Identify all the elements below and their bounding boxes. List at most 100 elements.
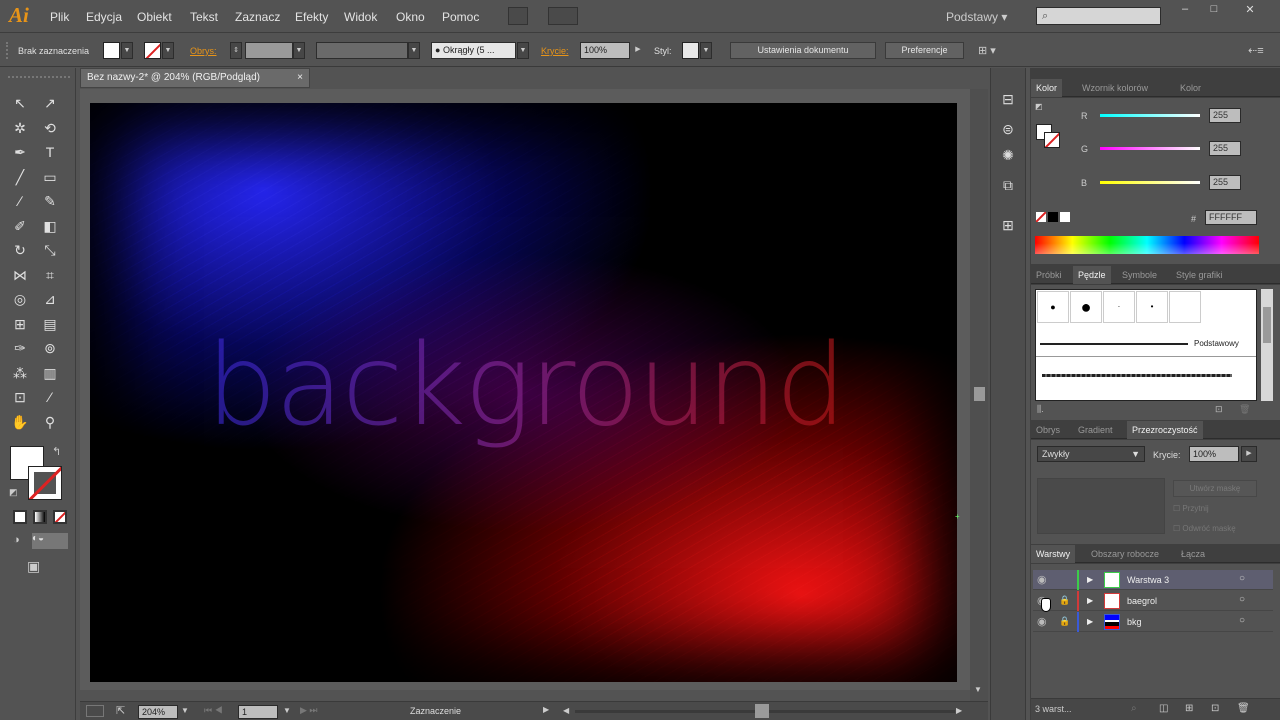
align-panel-icon[interactable]: ⊟: [992, 86, 1024, 112]
transparency-opacity-field[interactable]: 100%: [1189, 446, 1239, 462]
last-artboard-icon[interactable]: ▶ ⏭: [300, 705, 318, 716]
artboard-field[interactable]: 1: [238, 705, 278, 719]
close-tab-icon[interactable]: ×: [297, 69, 303, 87]
opacity-field[interactable]: 100%: [580, 42, 630, 59]
new-sublayer-icon[interactable]: ⊞: [1185, 703, 1193, 714]
lasso-tool-icon[interactable]: ⟲: [38, 117, 62, 139]
style-dropdown[interactable]: ▼: [700, 42, 712, 59]
clip-checkbox[interactable]: ☐ Przytnij: [1173, 504, 1209, 513]
color-mode-small-icon[interactable]: ◩: [1035, 102, 1043, 111]
delete-layer-icon[interactable]: 🗑: [1237, 703, 1250, 714]
menu-item-select[interactable]: Zaznacz: [235, 10, 280, 24]
hand-tool-icon[interactable]: ✋: [8, 411, 32, 433]
direct-selection-tool-icon[interactable]: ↗: [38, 92, 62, 114]
paintbrush-tool-icon[interactable]: ∕: [8, 190, 32, 212]
layer-name[interactable]: Warstwa 3: [1127, 575, 1169, 585]
brush-small-dot-icon[interactable]: ●: [1037, 291, 1069, 323]
artboard-dropdown[interactable]: ▼: [283, 706, 291, 715]
slice-tool-icon[interactable]: ⁄: [38, 386, 62, 408]
tab-swatches[interactable]: Próbki: [1031, 266, 1067, 284]
width-tool-icon[interactable]: ⋈: [8, 264, 32, 286]
transform-panel-icon[interactable]: ⊞: [992, 212, 1024, 238]
menu-item-help[interactable]: Pomoc: [442, 10, 479, 24]
scroll-right-icon[interactable]: ▶: [956, 706, 962, 715]
blend-tool-icon[interactable]: ⊚: [38, 337, 62, 359]
transparency-opacity-arrow[interactable]: ▶: [1241, 446, 1257, 462]
workspace-switcher[interactable]: Podstawy ▾: [946, 10, 1007, 24]
perspective-grid-tool-icon[interactable]: ⊿: [38, 288, 62, 310]
delete-brush-icon[interactable]: 🗑: [1239, 404, 1250, 415]
stroke-weight-dropdown[interactable]: ▼: [293, 42, 305, 59]
layer-name[interactable]: baegrol: [1127, 596, 1157, 606]
menu-item-view[interactable]: Widok: [344, 10, 377, 24]
target-circle-icon[interactable]: ○: [1239, 615, 1245, 626]
tab-symbols[interactable]: Symbole: [1117, 266, 1162, 284]
draw-normal-icon[interactable]: ◑: [13, 534, 29, 548]
mesh-tool-icon[interactable]: ⊞: [8, 313, 32, 335]
scroll-down-icon[interactable]: ▼: [974, 685, 982, 694]
stroke-weight-stepper[interactable]: ⇕: [230, 42, 242, 59]
channel-r-value[interactable]: 255: [1209, 108, 1241, 123]
arrange-documents-button[interactable]: [548, 7, 578, 25]
artboard-nav-icon[interactable]: [86, 705, 104, 717]
expand-arrow-icon[interactable]: ▶: [1087, 575, 1093, 584]
brush-dropdown[interactable]: ▼: [517, 42, 529, 59]
tab-transparency[interactable]: Przezroczystość: [1127, 421, 1203, 439]
scroll-left-icon[interactable]: ◀: [563, 706, 569, 715]
first-artboard-icon[interactable]: ⏮ ◀: [204, 705, 223, 716]
color-spectrum[interactable]: [1035, 236, 1259, 254]
channel-g-value[interactable]: 255: [1209, 141, 1241, 156]
share-icon[interactable]: ⇱: [116, 704, 125, 717]
brush-charcoal-stroke[interactable]: [1042, 374, 1232, 377]
none-mode-icon[interactable]: [53, 510, 67, 524]
status-menu-arrow[interactable]: ▶: [543, 705, 549, 714]
stroke-label[interactable]: Obrys:: [190, 46, 217, 56]
draw-inside-icon[interactable]: ◐◒: [32, 533, 68, 549]
grip-handle[interactable]: [6, 42, 9, 59]
blend-mode-dropdown[interactable]: Zwykły ▼: [1037, 446, 1145, 462]
pencil-tool-icon[interactable]: ✎: [38, 190, 62, 212]
preferences-button[interactable]: Preferencje: [885, 42, 964, 59]
zoom-tool-icon[interactable]: ⚲: [38, 411, 62, 433]
menu-item-object[interactable]: Obiekt: [137, 10, 172, 24]
pathfinder-panel-icon[interactable]: ⧉: [992, 172, 1024, 198]
menu-item-effect[interactable]: Efekty: [295, 10, 328, 24]
new-layer-icon[interactable]: ⊡: [1211, 703, 1219, 714]
stroke-dropdown[interactable]: ▼: [162, 42, 174, 59]
zoom-dropdown[interactable]: ▼: [181, 706, 189, 715]
channel-r-slider[interactable]: [1100, 114, 1200, 117]
blob-brush-tool-icon[interactable]: ✐: [8, 215, 32, 237]
rectangle-tool-icon[interactable]: ▭: [38, 166, 62, 188]
menu-item-edit[interactable]: Edycja: [86, 10, 122, 24]
brush-large-dot-icon[interactable]: ●: [1070, 291, 1102, 323]
tools-grip[interactable]: [8, 76, 70, 84]
locate-object-icon[interactable]: ⌕: [1131, 703, 1137, 714]
variable-width-dropdown[interactable]: ▼: [408, 42, 420, 59]
layer-row[interactable]: ◉ 🔒 ▶ bkg ○: [1033, 612, 1273, 632]
document-tab[interactable]: Bez nazwy-2* @ 204% (RGB/Podgląd) ×: [80, 68, 310, 88]
panel-menu-icon[interactable]: ⇠≡: [1248, 44, 1264, 57]
brush-scrollbar[interactable]: [1261, 289, 1273, 401]
variable-width-field[interactable]: [316, 42, 408, 59]
visibility-eye-icon[interactable]: ◉: [1037, 573, 1047, 586]
document-settings-button[interactable]: Ustawienia dokumentu: [730, 42, 876, 59]
stroke-indicator[interactable]: [1044, 132, 1060, 148]
make-mask-button[interactable]: Utwórz maskę: [1173, 480, 1257, 497]
expand-arrow-icon[interactable]: ▶: [1087, 617, 1093, 626]
scale-tool-icon[interactable]: ⤡: [38, 239, 62, 261]
artboard-tool-icon[interactable]: ⊡: [8, 386, 32, 408]
maximize-button[interactable]: □: [1202, 3, 1226, 17]
tab-color-2[interactable]: Kolor: [1175, 79, 1206, 97]
tab-color-guide[interactable]: Wzornik kolorów: [1077, 79, 1153, 97]
hex-field[interactable]: FFFFFF: [1205, 210, 1257, 225]
menu-item-file[interactable]: Plik: [50, 10, 69, 24]
line-tool-icon[interactable]: ╱: [8, 166, 32, 188]
stroke-weight-field[interactable]: [245, 42, 293, 59]
none-swatch[interactable]: [1036, 212, 1046, 222]
brush-empty-slot-icon[interactable]: [1169, 291, 1201, 323]
channel-b-slider[interactable]: [1100, 181, 1200, 184]
target-circle-icon[interactable]: ○: [1239, 594, 1245, 605]
lock-icon[interactable]: 🔒: [1059, 595, 1070, 606]
arrange-icon[interactable]: ⊞ ▾: [978, 44, 996, 57]
stroke-swatch[interactable]: [144, 42, 161, 59]
